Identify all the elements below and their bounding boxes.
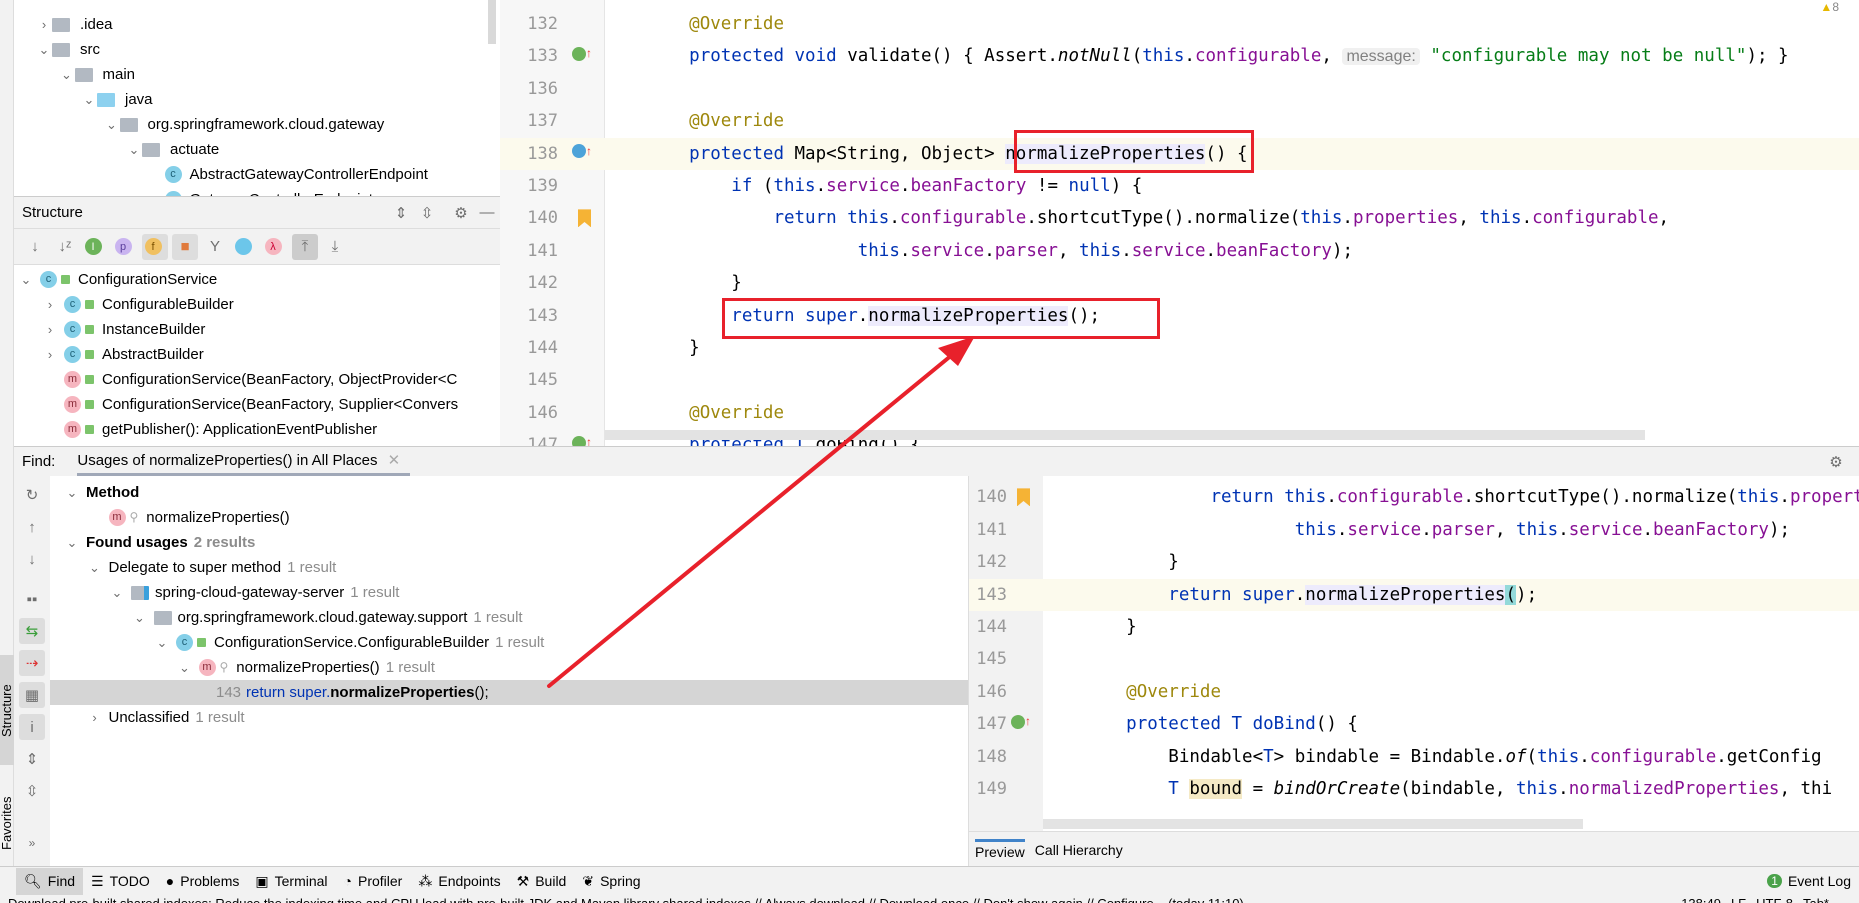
annotation-arrow: [547, 336, 975, 688]
